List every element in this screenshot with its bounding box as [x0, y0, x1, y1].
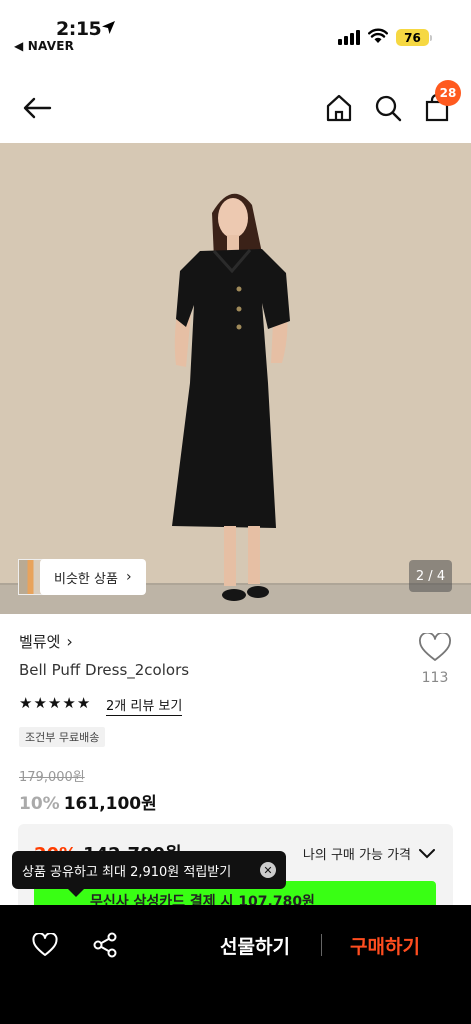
- star-icon: ★: [47, 694, 62, 712]
- my-price-toggle[interactable]: 나의 구매 가능 가격: [303, 844, 435, 863]
- location-arrow-icon: [102, 21, 115, 34]
- buy-button[interactable]: 구매하기: [350, 932, 420, 959]
- similar-products-label: 비슷한 상품: [54, 571, 118, 587]
- similar-products-button[interactable]: 비슷한 상품 ›: [18, 558, 146, 596]
- product-name: Bell Puff Dress_2colors: [19, 661, 190, 679]
- similar-products-chip[interactable]: 비슷한 상품 ›: [40, 559, 146, 595]
- share-reward-tooltip: 상품 공유하고 최대 2,910원 적립받기 ✕: [12, 851, 286, 889]
- shipping-tag: 조건부 무료배송: [19, 727, 106, 747]
- divider: [321, 934, 322, 956]
- battery-tip: [430, 35, 432, 41]
- product-image[interactable]: [0, 143, 471, 614]
- star-icon: ★: [19, 694, 33, 712]
- brand-name: 벨류엣: [19, 633, 61, 651]
- back-arrow-icon[interactable]: [20, 92, 56, 124]
- heart-icon[interactable]: [32, 933, 58, 957]
- cart-count-badge: 28: [435, 80, 461, 106]
- battery-icon: 76: [396, 29, 429, 46]
- wifi-icon: [368, 28, 388, 43]
- tooltip-text: 상품 공유하고 최대 2,910원 적립받기: [22, 864, 232, 880]
- share-icon[interactable]: [92, 932, 118, 958]
- bottom-action-bar: 선물하기 구매하기: [0, 905, 471, 1024]
- status-time: 2:15: [56, 18, 102, 40]
- chevron-right-icon: ›: [125, 569, 132, 585]
- my-price-label: 나의 구매 가능 가격: [302, 848, 411, 863]
- review-link[interactable]: 2개 리뷰 보기: [106, 695, 183, 716]
- tooltip-arrow: [68, 889, 84, 897]
- original-price: 179,000원: [19, 770, 85, 785]
- image-page-indicator: 2 / 4: [409, 560, 452, 592]
- brand-link[interactable]: 벨류엣 ›: [19, 631, 73, 652]
- star-icon: ★: [76, 694, 91, 712]
- discount-percent: 10%: [19, 794, 60, 814]
- sale-price: 161,100원: [63, 794, 157, 814]
- like-count: 113: [421, 670, 449, 686]
- chevron-down-icon: [419, 848, 435, 858]
- cellular-signal-icon: [338, 30, 360, 45]
- model-photo: [0, 143, 471, 614]
- star-icon: ★: [33, 694, 47, 712]
- chevron-right-icon: ›: [66, 632, 73, 651]
- star-icon: ★: [62, 694, 76, 712]
- status-bar: 2:15 ◀ NAVER 76: [0, 0, 471, 60]
- gift-button[interactable]: 선물하기: [220, 932, 290, 959]
- close-icon[interactable]: ✕: [260, 862, 276, 878]
- home-icon[interactable]: [323, 92, 355, 124]
- search-icon[interactable]: [372, 92, 404, 124]
- heart-icon[interactable]: [418, 633, 452, 663]
- back-to-app-link[interactable]: ◀ NAVER: [14, 39, 74, 53]
- rating-stars: ★ ★ ★ ★ ★: [19, 694, 90, 712]
- sale-price-row: 10% 161,100원: [19, 789, 157, 814]
- top-nav-bar: [0, 78, 471, 138]
